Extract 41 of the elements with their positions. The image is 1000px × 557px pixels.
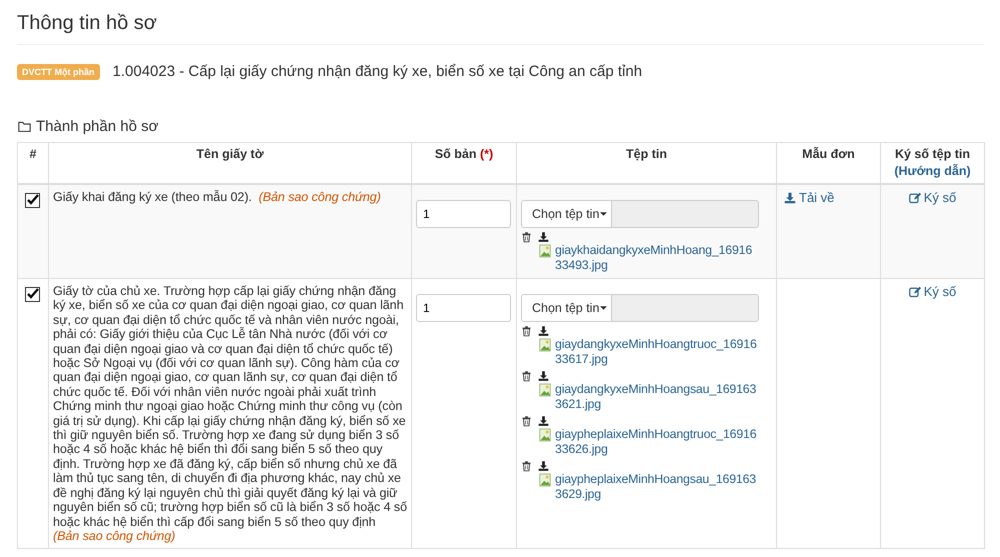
trash-icon[interactable]	[521, 325, 532, 337]
section-title: Thành phần hồ sơ	[36, 118, 158, 135]
required-mark: (*)	[480, 147, 494, 161]
folder-icon	[17, 120, 32, 133]
copies-field[interactable]: 1	[416, 294, 511, 322]
column-header: Ký số tệp tin	[894, 147, 970, 161]
checkbox[interactable]	[25, 287, 40, 302]
trash-icon[interactable]	[521, 415, 532, 427]
copies-field[interactable]: 1	[416, 200, 511, 228]
trash-icon[interactable]	[521, 460, 532, 472]
trash-icon[interactable]	[521, 231, 532, 243]
download-icon[interactable]	[538, 325, 549, 337]
sign-link[interactable]: Ký số	[908, 284, 956, 299]
download-link[interactable]: Tải về	[784, 190, 834, 205]
image-file-icon	[539, 338, 551, 352]
download-icon[interactable]	[538, 370, 549, 382]
sign-link[interactable]: Ký số	[908, 190, 956, 205]
download-icon[interactable]	[538, 415, 549, 427]
download-icon[interactable]	[538, 460, 549, 472]
image-file-icon	[539, 383, 551, 397]
file-link[interactable]: giaypheplaixeMinhHoangsau_1691633629.jpg	[555, 472, 758, 502]
document-name: Giấy khai đăng ký xe (theo mẫu 02). (Bản sao công chứng)	[53, 190, 382, 204]
image-file-icon	[539, 428, 551, 442]
procedure-title: 1.004023 - Cấp lại giấy chứng nhận đăng ký xe, biển số xe tại Công an cấp tỉnh	[112, 63, 642, 80]
file-link[interactable]: giaydangkyxeMinhHoangsau_1691633621.jpg	[555, 382, 758, 412]
file-link[interactable]: giaypheplaixeMinhHoangtruoc_1691633626.jpg	[555, 427, 758, 457]
page-title: Thông tin hồ sơ	[17, 0, 984, 45]
download-icon[interactable]	[538, 231, 549, 243]
file-link[interactable]: giaydangkyxeMinhHoangtruoc_1691633617.jpg	[555, 337, 758, 367]
edit-icon	[908, 192, 921, 204]
document-name: Giấy tờ của chủ xe. Trường hợp cấp lại giấy chứng nhận đăng ký xe, biển số xe của cơ quan đại diện ngoại giao, cơ quan lãnh sự, cơ quan đại diện tổ chức quốc tế và nhân viên nước ngoài, phải có: Giấy giới thiệu của Cục Lễ tân Nhà nước (đối với cơ quan đại diện ngoại giao và cơ quan đại diện tổ chức quốc tế) hoặc Sở Ngoại vụ (đối với cơ quan lãnh sự). Công hàm của cơ quan đại diện ngoại giao, cơ quan lãnh sự, cơ quan đại diện tổ chức quốc tế. Đối với nhân viên nước ngoài phải xuất trình Chứng minh thư ngoại giao hoặc Chứng minh thư công vụ (còn giá trị sử dụng). Khi cấp lại giấy chứng nhận đăng ký, biển số xe thì giữ nguyên biển số. Trường hợp xe đang sử dụng biển 3 số hoặc 4 số hoặc khác hệ biển thì đổi sang biển 5 số theo quy định. Trường hợp xe đã đăng ký, cấp biển số nhưng chủ xe đã làm thủ tục sang tên, di chuyển đi địa phương khác, nay chủ xe đề nghị đăng ký lại nguyên chủ thì giải quyết đăng ký lại và giữ nguyên biển số cũ; trường hợp biển số cũ là biển 3 số hoặc 4 số hoặc khác hệ biển thì cấp đổi sang biển 5 số theo quy định (Bản sao công chứng)	[53, 284, 407, 544]
help-link[interactable]: (Hướng dẫn)	[885, 163, 980, 179]
image-file-icon	[539, 244, 551, 258]
download-icon	[784, 192, 796, 204]
trash-icon[interactable]	[521, 370, 532, 382]
checkbox[interactable]	[25, 193, 40, 208]
file-link[interactable]: giaykhaidangkyxeMinhHoang_1691633493.jpg	[555, 243, 758, 273]
status-badge: DVCTT Một phần	[17, 64, 100, 80]
column-header: Số bản	[434, 147, 476, 161]
edit-icon	[908, 286, 921, 298]
image-file-icon	[539, 473, 551, 487]
